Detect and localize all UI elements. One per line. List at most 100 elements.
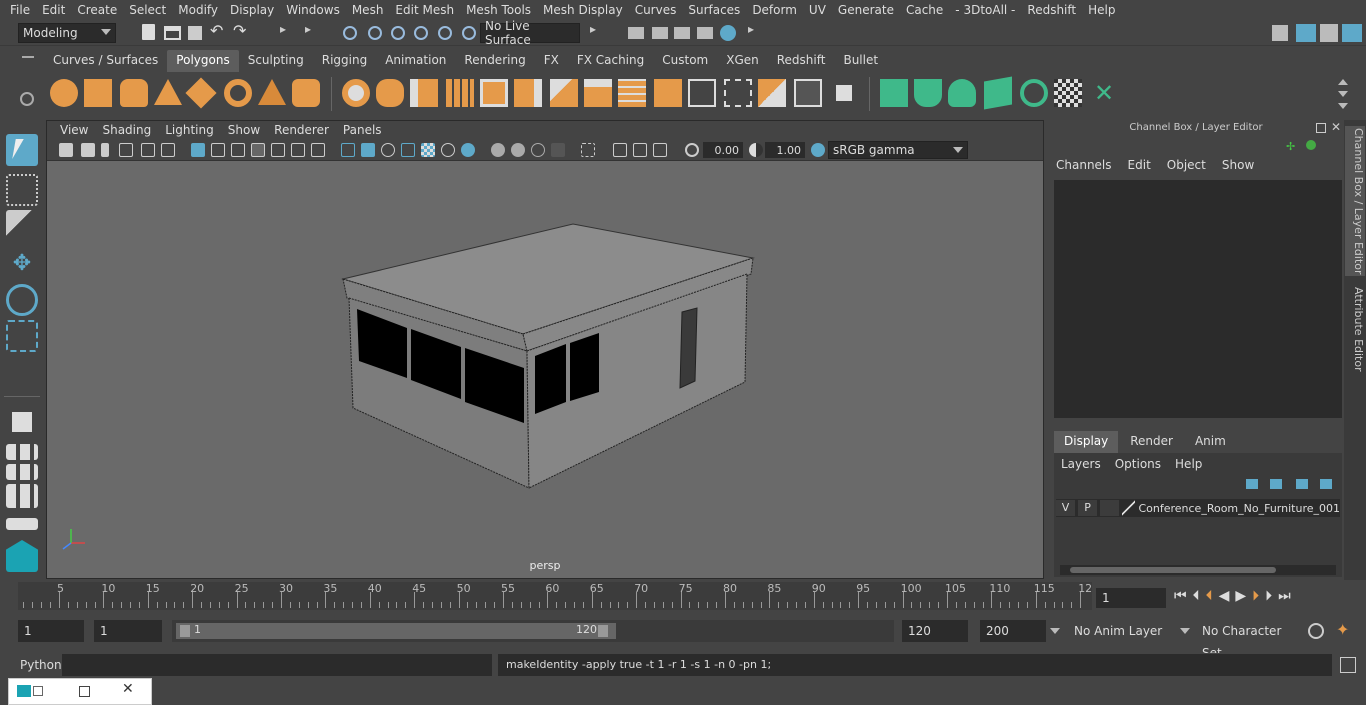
camera-icon[interactable] xyxy=(59,143,73,157)
menu-edit-mesh[interactable]: Edit Mesh xyxy=(389,3,460,17)
resolution-gate-icon[interactable] xyxy=(231,143,245,157)
open-scene-icon[interactable] xyxy=(164,26,181,40)
save-scene-icon[interactable] xyxy=(188,26,202,40)
end-time-field[interactable]: 200 xyxy=(980,620,1046,642)
screen-space-ao-icon[interactable] xyxy=(491,143,505,157)
default-material-icon[interactable] xyxy=(381,143,395,157)
gamma-icon[interactable] xyxy=(749,143,763,157)
animation-prefs-icon[interactable]: ✦ xyxy=(1336,620,1349,639)
tab-rigging[interactable]: Rigging xyxy=(313,50,376,72)
go-to-end-icon[interactable]: ⏭ xyxy=(1278,588,1297,604)
script-editor-icon[interactable] xyxy=(1340,657,1356,673)
menu-object[interactable]: Object xyxy=(1159,158,1214,178)
grid-icon[interactable] xyxy=(191,143,205,157)
uv-checker-icon[interactable] xyxy=(1054,79,1082,107)
new-layer-selected-icon[interactable] xyxy=(1320,479,1332,489)
tab-animation[interactable]: Animation xyxy=(376,50,455,72)
scroll-up-icon[interactable] xyxy=(1338,79,1348,85)
tool-settings-icon[interactable] xyxy=(1320,24,1338,42)
tab-channel-box-layer-editor[interactable]: Channel Box / Layer Editor xyxy=(1345,126,1365,276)
channel-box-icon[interactable] xyxy=(1342,24,1362,42)
current-frame-field[interactable]: 1 xyxy=(1096,588,1166,608)
camera-attributes-icon[interactable] xyxy=(81,143,95,157)
layer-type-toggle[interactable] xyxy=(1100,500,1120,516)
render-settings-icon[interactable] xyxy=(697,27,713,39)
anim-layer-dropdown[interactable]: No Anim Layer xyxy=(1068,620,1164,642)
menu-cache[interactable]: Cache xyxy=(900,3,949,17)
tab-display[interactable]: Display xyxy=(1054,431,1119,453)
uv-automatic-icon[interactable] xyxy=(984,76,1012,110)
textured-icon[interactable] xyxy=(421,143,435,157)
poly-torus-icon[interactable] xyxy=(224,79,252,107)
live-surface-field[interactable]: No Live Surface xyxy=(480,19,580,47)
snap-point-icon[interactable] xyxy=(391,26,405,40)
safe-title-icon[interactable] xyxy=(311,143,325,157)
shadows-icon[interactable] xyxy=(461,143,475,157)
viewport-menu-panels[interactable]: Panels xyxy=(336,123,389,137)
2d-pan-zoom-icon[interactable] xyxy=(141,143,155,157)
insert-edge-loop-icon[interactable] xyxy=(618,79,646,107)
workspace-dropdown[interactable]: Modeling xyxy=(18,23,116,43)
tab-sculpting[interactable]: Sculpting xyxy=(239,50,313,72)
bevel-icon[interactable] xyxy=(480,79,508,107)
lasso-tool-button[interactable] xyxy=(6,174,38,206)
poly-cube-icon[interactable] xyxy=(84,79,112,107)
target-weld-icon[interactable] xyxy=(724,79,752,107)
menu-redshift[interactable]: Redshift xyxy=(1021,3,1082,17)
attribute-editor-icon[interactable] xyxy=(1296,24,1316,42)
poly-sphere-icon[interactable] xyxy=(50,79,78,107)
scale-tool-button[interactable] xyxy=(6,320,38,352)
bridge-icon[interactable] xyxy=(584,79,612,107)
playback-start-field[interactable]: 1 xyxy=(94,620,162,642)
menu-windows[interactable]: Windows xyxy=(280,3,346,17)
move-tool-button[interactable]: ✥ xyxy=(6,248,38,280)
tab-anim[interactable]: Anim xyxy=(1185,431,1236,453)
menu-edit[interactable]: Edit xyxy=(1120,158,1159,178)
anti-aliasing-icon[interactable] xyxy=(531,143,545,157)
collapse-icon[interactable]: ▸ xyxy=(590,22,608,40)
merge-icon[interactable] xyxy=(758,79,786,107)
gamma-field[interactable]: 1.00 xyxy=(765,142,805,158)
use-all-lights-icon[interactable] xyxy=(441,143,455,157)
new-scene-icon[interactable] xyxy=(142,24,155,40)
viewport-menu-lighting[interactable]: Lighting xyxy=(158,123,221,137)
uv-cylindrical-icon[interactable] xyxy=(914,79,942,107)
motion-blur-icon[interactable] xyxy=(511,143,525,157)
step-back-frame-icon[interactable]: ⏴ xyxy=(1206,588,1219,604)
menu-options[interactable]: Options xyxy=(1108,457,1168,471)
channel-box-list[interactable] xyxy=(1054,180,1342,418)
two-view-button[interactable] xyxy=(6,464,38,480)
depth-of-field-icon[interactable] xyxy=(551,143,565,157)
step-forward-key-icon[interactable]: ⏵ xyxy=(1265,588,1278,604)
field-chart-icon[interactable] xyxy=(271,143,285,157)
collapse-icon[interactable]: ▸ xyxy=(748,22,766,40)
wireframe-on-shaded-icon[interactable] xyxy=(401,143,415,157)
tab-xgen[interactable]: XGen xyxy=(717,50,768,72)
four-view-button[interactable] xyxy=(6,444,38,460)
menu-file[interactable]: File xyxy=(4,3,36,17)
color-management-icon[interactable] xyxy=(811,143,825,157)
viewport-persp[interactable]: View Shading Lighting Show Renderer Pane… xyxy=(46,120,1044,579)
uv-cut-sew-icon[interactable]: ✕ xyxy=(1090,79,1118,107)
tab-render[interactable]: Render xyxy=(1120,431,1183,453)
tab-custom[interactable]: Custom xyxy=(653,50,717,72)
image-plane-icon[interactable] xyxy=(119,143,133,157)
time-slider[interactable]: 5 10 15 20 25 30 35 40 45 50 55 60 65 70 75 80 85 90 95 100… xyxy=(18,582,1092,610)
scrollbar-thumb[interactable] xyxy=(1070,567,1276,573)
float-icon[interactable] xyxy=(1316,123,1326,133)
axis-icon[interactable]: ✢ xyxy=(1286,140,1298,153)
wireframe-icon[interactable] xyxy=(341,143,355,157)
menu-generate[interactable]: Generate xyxy=(832,3,900,17)
select-tool-button[interactable] xyxy=(6,134,38,166)
extrude-icon[interactable] xyxy=(514,79,542,107)
range-start-handle[interactable] xyxy=(180,625,190,637)
tab-fx[interactable]: FX xyxy=(535,50,568,72)
viewport-menu-show[interactable]: Show xyxy=(221,123,267,137)
tab-rendering[interactable]: Rendering xyxy=(455,50,534,72)
menu-uv[interactable]: UV xyxy=(803,3,832,17)
menu-channels[interactable]: Channels xyxy=(1048,158,1120,178)
mesh-display-icon[interactable] xyxy=(830,79,858,107)
step-forward-frame-icon[interactable]: ⏵ xyxy=(1252,588,1265,604)
tab-bullet[interactable]: Bullet xyxy=(834,50,887,72)
layer-playback-toggle[interactable]: P xyxy=(1078,500,1098,516)
